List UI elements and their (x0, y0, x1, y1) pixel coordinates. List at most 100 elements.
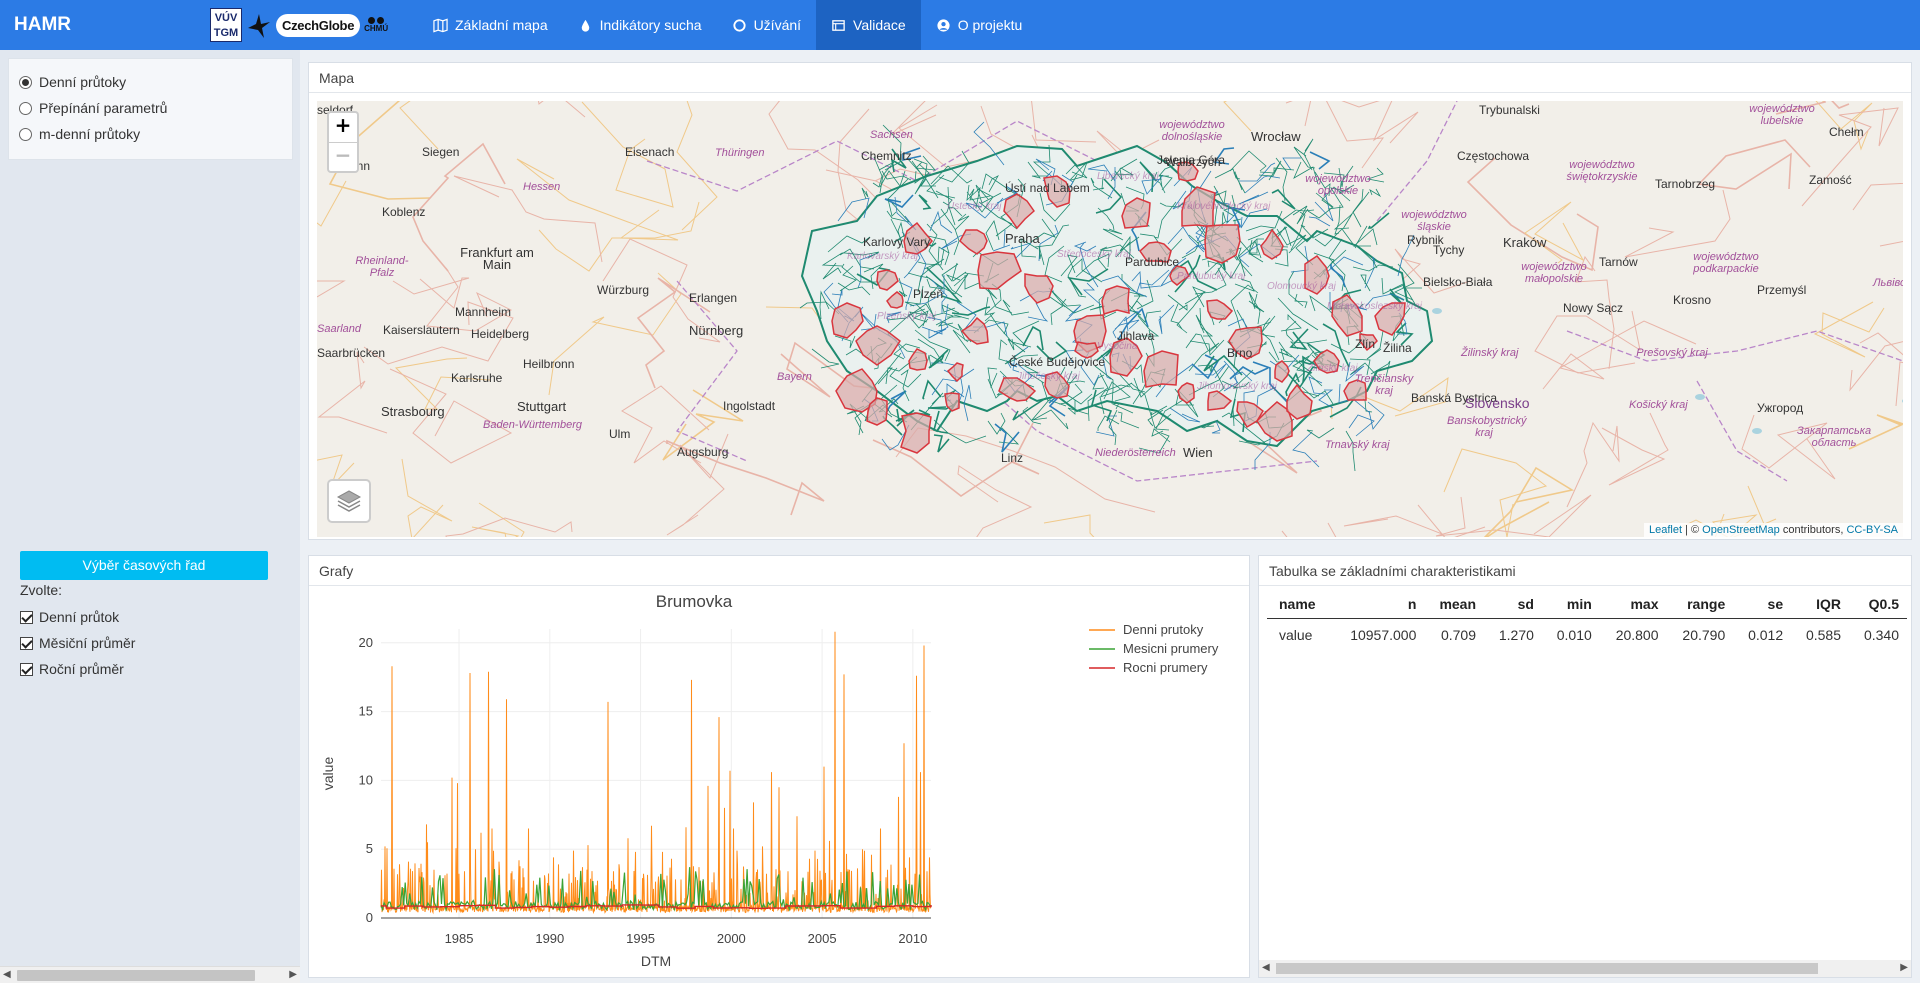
table-cell: 0.340 (1863, 627, 1899, 643)
column-header-se[interactable]: se (1733, 590, 1792, 619)
radio-button[interactable] (19, 101, 32, 115)
map-label: Stuttgart (517, 399, 567, 414)
leaflet-map[interactable]: seldorfSiegenBonnKoblenzEisenachThüringe… (317, 101, 1903, 537)
scroll-right-icon[interactable]: ▶ (289, 969, 297, 980)
zoom-in-button[interactable]: + (329, 113, 357, 142)
table-row: value 10957.000 0.709 1.270 0.010 20.800 20.79… (1267, 619, 1907, 652)
map-label: Nowy Sącz (1563, 301, 1624, 315)
river (1367, 401, 1385, 430)
river (1108, 409, 1118, 446)
checkbox[interactable] (20, 662, 33, 676)
map-label: Sachsen (870, 129, 913, 141)
map-border (1696, 380, 1788, 482)
map-road (537, 101, 586, 118)
map-label: Rheinland-Pfalz (355, 255, 409, 279)
map-label: Saarland (317, 323, 362, 335)
map-border (675, 280, 748, 462)
map-road (392, 277, 470, 309)
map-road (1524, 201, 1585, 264)
scrollbar-thumb[interactable] (1276, 963, 1818, 974)
column-header-q05[interactable]: Q0.5 (1849, 590, 1907, 619)
map-label: Heidelberg (471, 327, 530, 341)
map-label: Olomoucký kraj (1267, 281, 1336, 292)
river (1308, 216, 1331, 227)
license-link[interactable]: CC-BY-SA (1846, 524, 1898, 536)
table-panel: Tabulka se základními charakteristikami … (1258, 555, 1912, 978)
map-label: Prešovský kraj (1636, 347, 1708, 359)
river (994, 423, 1020, 453)
map-road (1534, 310, 1641, 374)
map-road (957, 465, 1033, 537)
map-lake (1752, 428, 1762, 434)
column-header-min[interactable]: min (1541, 590, 1600, 619)
graph-panel-title: Grafy (309, 556, 1249, 586)
sidebar-horizontal-scrollbar[interactable]: ◀ ▶ (0, 966, 300, 983)
table-cell: 0.585 (1805, 627, 1842, 643)
scrollbar-thumb[interactable] (17, 970, 255, 981)
table-cell: 0.709 (1440, 627, 1477, 643)
checkbox[interactable] (20, 636, 33, 650)
checkbox[interactable] (20, 610, 33, 624)
stats-table: name n mean sd min max range se IQR Q0.5 value 109… (1267, 590, 1907, 651)
checkbox-rocni-prumer[interactable]: Roční průměr (20, 656, 135, 682)
nav-zakladni-mapa[interactable]: Základní mapa (418, 0, 563, 50)
map-label: Pardubice (1125, 255, 1180, 269)
map-road (538, 201, 700, 272)
y-tick-label: 10 (359, 772, 373, 787)
column-header-sd[interactable]: sd (1484, 590, 1542, 619)
column-header-mean[interactable]: mean (1424, 590, 1485, 619)
radio-denni-prutoky[interactable]: Denní průtoky (19, 69, 282, 95)
radio-button[interactable] (19, 127, 32, 141)
scroll-left-icon[interactable]: ◀ (1262, 962, 1270, 973)
column-header-max[interactable]: max (1599, 590, 1667, 619)
radio-prepinani-parametru[interactable]: Přepínání parametrů (19, 95, 282, 121)
map-label: województwo świętokrzyskie (1566, 159, 1638, 183)
map-lake (1432, 308, 1442, 314)
timeseries-chart[interactable]: Brumovka 0 5 10 15 20 1985 1990 1995 2000 2005 2010… (309, 587, 1249, 977)
map-road (317, 280, 346, 298)
map-attribution: Leaflet | © OpenStreetMap contributors, … (1643, 523, 1903, 537)
column-header-n[interactable]: n (1331, 590, 1425, 619)
map-label: Strasbourg (381, 404, 445, 419)
map-icon (433, 18, 448, 32)
map-label: Wrocław (1251, 129, 1301, 144)
layers-control[interactable] (327, 479, 371, 523)
map-label: Thüringen (715, 147, 765, 159)
radio-button[interactable] (19, 75, 32, 89)
nav-o-projektu[interactable]: O projektu (921, 0, 1038, 50)
map-road (516, 158, 679, 241)
river (1117, 411, 1140, 429)
map-label: Erlangen (689, 291, 738, 305)
map-road (1566, 421, 1620, 508)
scroll-right-icon[interactable]: ▶ (1900, 962, 1908, 973)
map-label: Saarbrücken (317, 346, 386, 360)
zoom-out-button[interactable]: − (329, 142, 357, 171)
table-header-row: name n mean sd min max range se IQR Q0.5 (1267, 590, 1907, 619)
select-timeseries-button[interactable]: Výběr časových řad (20, 551, 268, 580)
leaflet-link[interactable]: Leaflet (1649, 524, 1682, 536)
map-label: Královéhradecký kraj (1177, 201, 1271, 212)
app-title[interactable]: HAMR (0, 14, 210, 36)
legend-label: Rocni prumery (1123, 660, 1208, 675)
column-header-name[interactable]: name (1267, 590, 1332, 619)
scroll-left-icon[interactable]: ◀ (3, 969, 11, 980)
map-label: Karlovy Vary (863, 235, 931, 249)
nav-indikatory-sucha[interactable]: Indikátory sucha (563, 0, 717, 50)
river (1303, 138, 1314, 171)
nav-uzivani[interactable]: Užívání (717, 0, 816, 50)
table-horizontal-scrollbar[interactable]: ◀ ▶ (1259, 960, 1911, 977)
column-header-iqr[interactable]: IQR (1791, 590, 1850, 619)
map-label: Ingolstadt (723, 399, 776, 413)
circle-icon (732, 18, 746, 32)
checkbox-mesicni-prumer[interactable]: Měsiční průměr (20, 630, 135, 656)
map-label: Kaiserslautern (383, 323, 460, 337)
map-label: Plzeň (913, 287, 944, 301)
nav-validace[interactable]: Validace (816, 0, 921, 50)
radio-m-denni-prutoky[interactable]: m-denní průtoky (19, 121, 282, 147)
column-header-range[interactable]: range (1666, 590, 1734, 619)
map-label: Siegen (422, 145, 460, 159)
map-label: Przemyśl (1757, 283, 1807, 297)
checkbox-denni-prutok[interactable]: Denní průtok (20, 604, 135, 630)
osm-link[interactable]: OpenStreetMap (1702, 524, 1780, 536)
map-road (1601, 412, 1669, 486)
